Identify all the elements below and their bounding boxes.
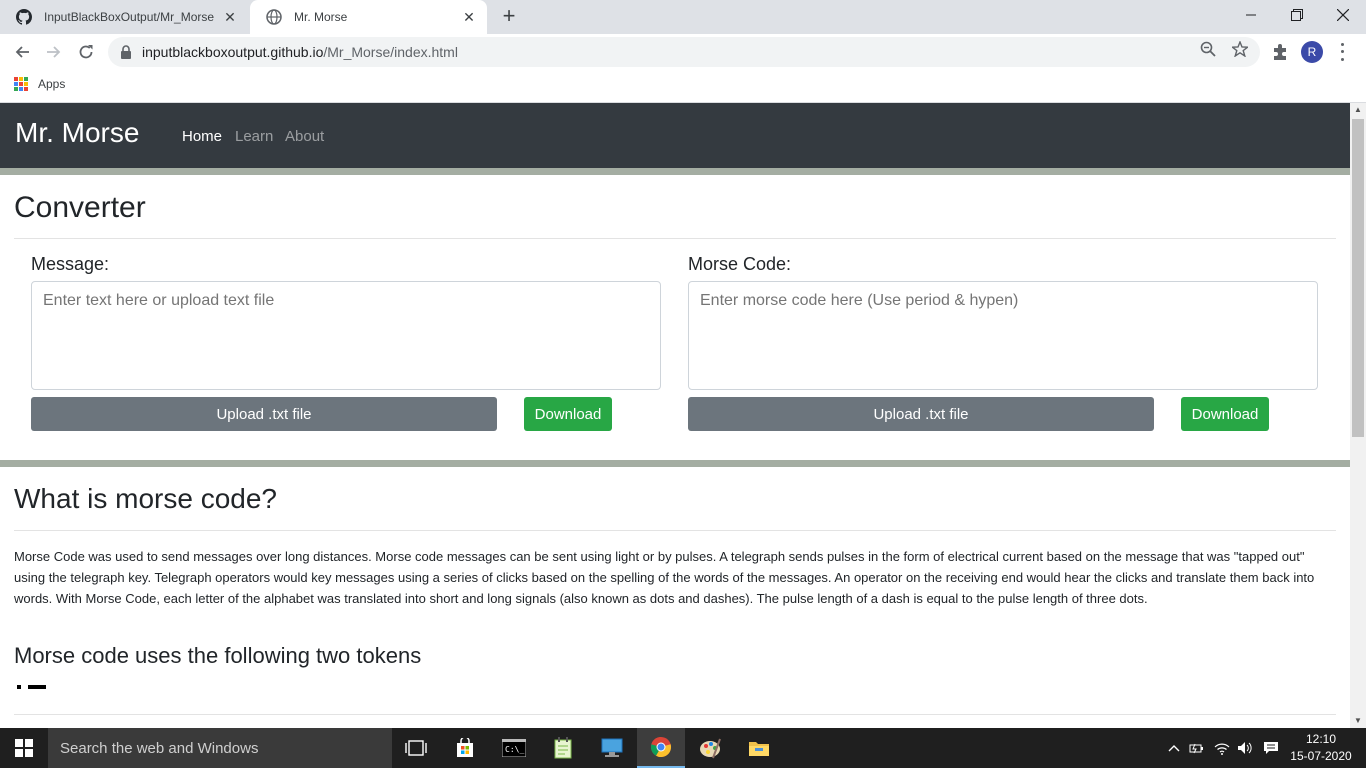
nav-learn[interactable]: Learn xyxy=(235,128,273,145)
profile-avatar[interactable]: R xyxy=(1301,41,1323,63)
browser-toolbar: inputblackboxoutput.github.io/Mr_Morse/i… xyxy=(0,34,1366,70)
section-separator xyxy=(0,460,1350,467)
nav-home[interactable]: Home xyxy=(182,128,222,145)
browser-tab-strip: InputBlackBoxOutput/Mr_Morse: ✕ Mr. Mors… xyxy=(0,0,1366,34)
morse-dash-token xyxy=(28,685,46,689)
scroll-down-arrow-icon[interactable]: ▼ xyxy=(1350,714,1366,728)
morse-download-button[interactable]: Download xyxy=(1181,397,1269,431)
file-explorer-icon[interactable] xyxy=(735,728,783,768)
lock-icon xyxy=(120,45,132,59)
store-icon[interactable] xyxy=(441,728,489,768)
bookmarks-bar: Apps xyxy=(0,70,1366,103)
tokens-title: Morse code uses the following two tokens xyxy=(14,643,422,668)
paint-icon[interactable] xyxy=(686,728,734,768)
apps-shortcut[interactable]: Apps xyxy=(14,77,65,91)
morse-upload-button[interactable]: Upload .txt file xyxy=(688,397,1154,431)
tab-title: Mr. Morse xyxy=(294,10,348,24)
site-brand[interactable]: Mr. Morse xyxy=(15,117,139,149)
converter-title: Converter xyxy=(14,191,146,224)
what-is-morse-title: What is morse code? xyxy=(14,483,277,514)
taskbar-clock[interactable]: 12:10 15-07-2020 xyxy=(1288,731,1354,765)
apps-grid-icon xyxy=(14,77,28,91)
page-viewport: Mr. Morse Home Learn About Converter Mes… xyxy=(0,103,1350,728)
restore-icon[interactable] xyxy=(1274,0,1320,30)
battery-icon[interactable] xyxy=(1188,728,1206,768)
divider xyxy=(14,238,1336,239)
scroll-up-arrow-icon[interactable]: ▲ xyxy=(1350,103,1366,117)
close-tab-icon[interactable]: ✕ xyxy=(461,9,477,25)
morse-code-label: Morse Code: xyxy=(688,254,792,274)
taskbar-search-input[interactable]: Search the web and Windows xyxy=(48,728,392,768)
scrollbar-thumb[interactable] xyxy=(1352,119,1364,437)
url-path: /Mr_Morse/index.html xyxy=(323,44,458,60)
browser-tab-github[interactable]: InputBlackBoxOutput/Mr_Morse: ✕ xyxy=(0,0,248,34)
action-center-icon[interactable] xyxy=(1260,728,1282,768)
chrome-icon[interactable] xyxy=(637,728,685,768)
close-tab-icon[interactable]: ✕ xyxy=(222,9,238,25)
close-window-icon[interactable] xyxy=(1320,0,1366,30)
message-label: Message: xyxy=(31,254,110,274)
tab-title: InputBlackBoxOutput/Mr_Morse: xyxy=(44,10,214,24)
globe-icon xyxy=(266,9,282,25)
new-tab-icon[interactable]: + xyxy=(497,5,521,29)
bookmark-star-icon[interactable] xyxy=(1231,40,1249,58)
task-view-icon[interactable] xyxy=(392,728,440,768)
back-arrow-icon[interactable] xyxy=(10,40,34,64)
remote-desktop-icon[interactable] xyxy=(588,728,636,768)
reload-icon[interactable] xyxy=(74,40,98,64)
morse-code-input[interactable] xyxy=(688,281,1318,390)
divider xyxy=(14,714,1336,715)
message-download-button[interactable]: Download xyxy=(524,397,612,431)
forward-arrow-icon[interactable] xyxy=(42,40,66,64)
apps-label: Apps xyxy=(38,77,66,91)
section-separator xyxy=(0,168,1350,175)
morse-dot-token xyxy=(17,685,21,689)
morse-description: Morse Code was used to send messages ove… xyxy=(14,549,1315,606)
divider xyxy=(14,530,1336,531)
url-host: inputblackboxoutput.github.io xyxy=(142,44,324,60)
windows-taskbar: Search the web and Windows C:\_ 12:10 15… xyxy=(0,728,1366,768)
page-scrollbar[interactable]: ▲ ▼ xyxy=(1350,103,1366,728)
clock-time: 12:10 xyxy=(1305,732,1337,746)
message-input[interactable] xyxy=(31,281,661,390)
show-hidden-icons-chevron-icon[interactable] xyxy=(1166,728,1182,768)
site-navbar: Mr. Morse Home Learn About xyxy=(0,103,1350,168)
volume-icon[interactable] xyxy=(1236,728,1254,768)
extensions-puzzle-icon[interactable] xyxy=(1271,43,1289,61)
browser-tab-mr-morse[interactable]: Mr. Morse ✕ xyxy=(250,0,487,34)
url-text: inputblackboxoutput.github.io/Mr_Morse/i… xyxy=(142,44,458,60)
wifi-icon[interactable] xyxy=(1212,728,1232,768)
command-prompt-icon[interactable]: C:\_ xyxy=(490,728,538,768)
browser-menu-icon[interactable] xyxy=(1338,41,1346,63)
nav-about[interactable]: About xyxy=(285,128,324,145)
clock-date: 15-07-2020 xyxy=(1290,749,1352,763)
notepad-plus-icon[interactable] xyxy=(539,728,587,768)
svg-text:C:\_: C:\_ xyxy=(505,745,524,754)
minimize-icon[interactable] xyxy=(1228,0,1274,30)
address-bar[interactable]: inputblackboxoutput.github.io/Mr_Morse/i… xyxy=(108,37,1260,67)
windows-start-icon[interactable] xyxy=(0,728,48,768)
zoom-icon[interactable] xyxy=(1199,40,1217,58)
message-upload-button[interactable]: Upload .txt file xyxy=(31,397,497,431)
github-icon xyxy=(16,9,32,25)
